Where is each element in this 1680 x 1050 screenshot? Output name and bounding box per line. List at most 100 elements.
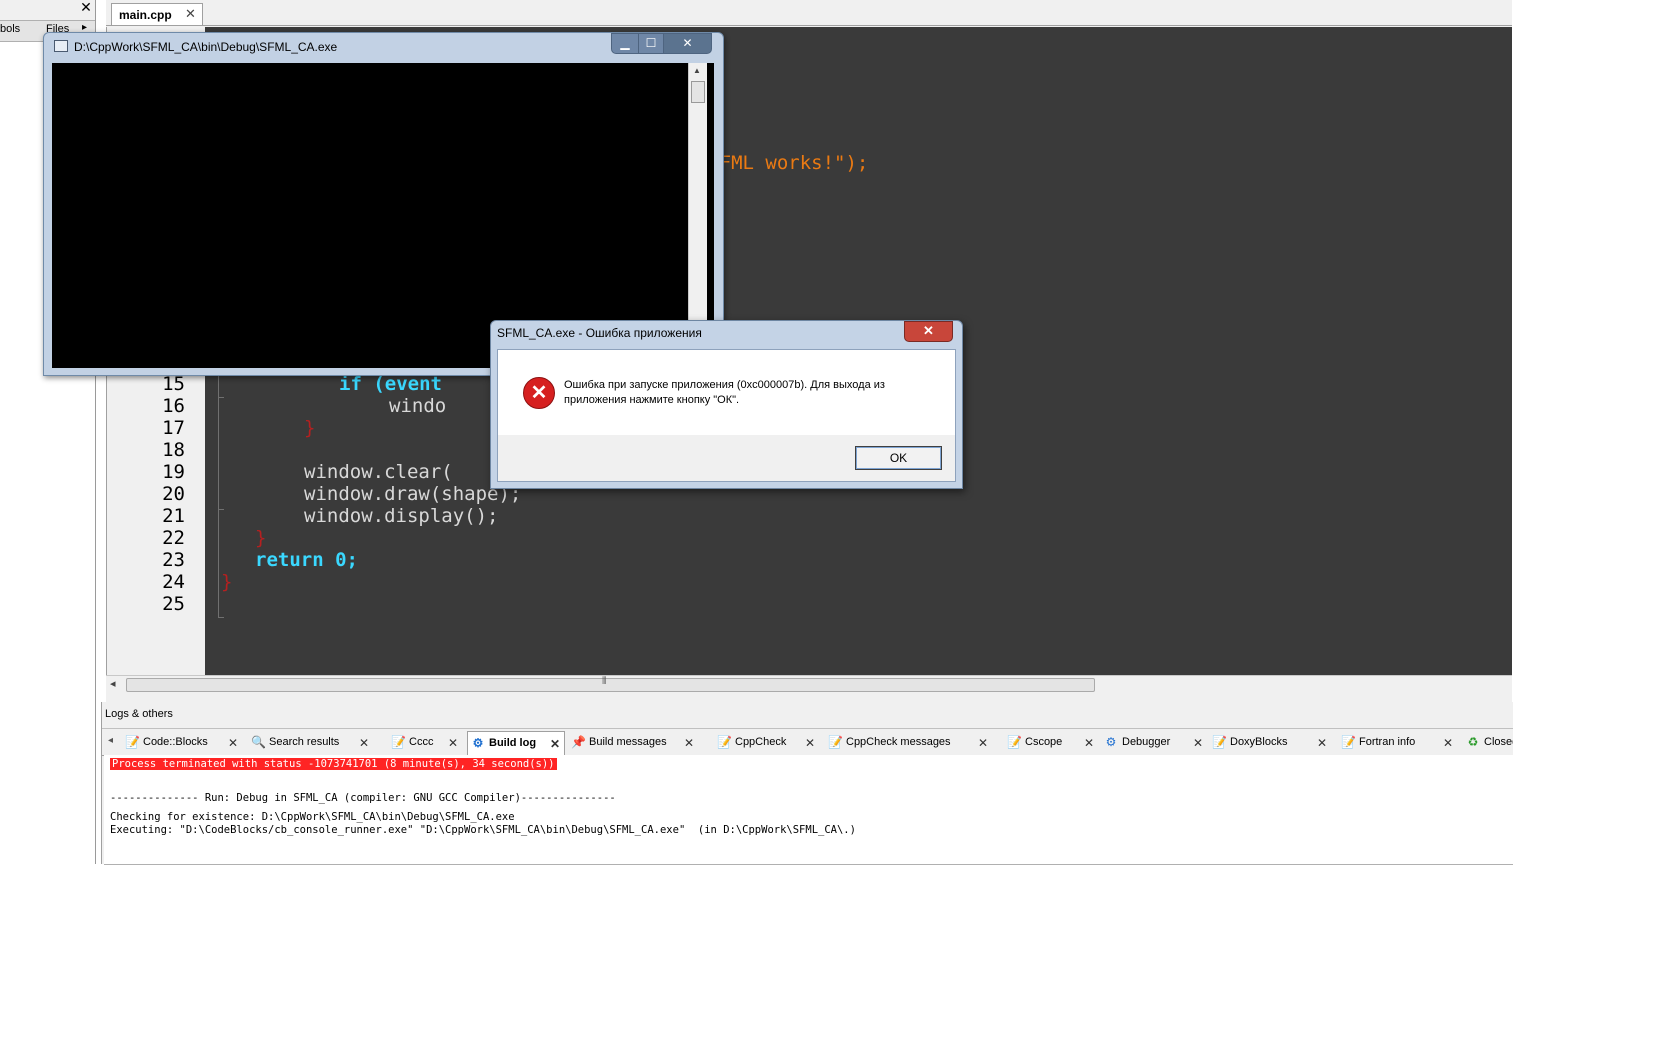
code-line-23: return 0;	[255, 549, 358, 571]
tabs-scroll-left-icon[interactable]: ◂	[108, 735, 113, 746]
close-button[interactable]: ✕	[663, 33, 712, 54]
line-number: 22	[162, 527, 185, 549]
tab-cppcheck-messages[interactable]: 📝 CppCheck messages ✕	[825, 733, 991, 753]
tab-label: Build log	[489, 737, 537, 749]
document-icon: 📝	[125, 735, 140, 749]
tab-cscope[interactable]: 📝 Cscope ✕	[1004, 733, 1094, 753]
tab-label: Code::Blocks	[143, 736, 208, 748]
console-app-icon	[54, 40, 68, 52]
tab-closed-files[interactable]: ♻ Closed files	[1463, 733, 1513, 753]
line-number: 25	[162, 593, 185, 615]
tab-main-cpp[interactable]: main.cpp ✕	[111, 3, 203, 25]
document-icon: 📝	[1212, 735, 1227, 749]
maximize-button[interactable]: ☐	[638, 33, 664, 54]
tab-close-icon[interactable]: ✕	[359, 736, 369, 750]
tab-label: Search results	[269, 736, 340, 748]
tab-label: Cccc	[409, 736, 434, 748]
tab-fortran-info[interactable]: 📝 Fortran info ✕	[1338, 733, 1456, 753]
scrollbar-thumb[interactable]	[691, 81, 705, 103]
process-status-line: Process terminated with status -10737417…	[110, 758, 557, 770]
logs-panel: Logs & others ◂ 📝 Code::Blocks ✕ 🔍 Searc…	[101, 702, 1513, 865]
build-log-output[interactable]: Process terminated with status -10737417…	[104, 755, 1513, 865]
code-line-22: }	[255, 527, 267, 549]
document-icon: 📝	[1341, 735, 1356, 749]
scroll-up-icon[interactable]: ▲	[693, 66, 701, 75]
tab-doxyblocks[interactable]: 📝 DoxyBlocks ✕	[1209, 733, 1331, 753]
horizontal-scrollbar[interactable]: ◂ ⦀	[106, 675, 1512, 693]
checking-line: Checking for existence: D:\CppWork\SFML_…	[110, 811, 515, 823]
document-icon: 📝	[1007, 735, 1022, 749]
tab-close-icon[interactable]: ✕	[1317, 736, 1327, 750]
tab-close-icon[interactable]: ✕	[684, 736, 694, 750]
dialog-content: ✕ Ошибка при запуске приложения (0xc0000…	[497, 349, 956, 482]
fold-margin-line	[218, 369, 219, 617]
scroll-left-icon[interactable]: ◂	[110, 677, 116, 690]
tab-close-icon[interactable]: ✕	[978, 736, 988, 750]
document-icon: 📝	[828, 735, 843, 749]
line-number: 21	[162, 505, 185, 527]
tab-cccc[interactable]: 📝 Cccc ✕	[388, 733, 460, 753]
code-line-15: if (event	[339, 373, 442, 395]
tab-label: main.cpp	[119, 8, 172, 22]
tab-close-icon[interactable]: ✕	[1443, 736, 1453, 750]
line-number: 24	[162, 571, 185, 593]
error-dialog[interactable]: SFML_CA.exe - Ошибка приложения ✕ ✕ Ошиб…	[490, 320, 963, 489]
tab-label: CppCheck messages	[846, 736, 951, 748]
dialog-footer: OK	[498, 435, 955, 481]
line-number: 18	[162, 439, 185, 461]
tab-label: Closed files	[1484, 736, 1513, 748]
error-icon: ✕	[523, 377, 555, 409]
console-titlebar[interactable]: D:\CppWork\SFML_CA\bin\Debug\SFML_CA.exe…	[44, 33, 723, 59]
tab-close-icon[interactable]: ✕	[185, 6, 196, 22]
tab-close-icon[interactable]: ✕	[1193, 736, 1203, 750]
gear-icon: ⚙	[1105, 735, 1117, 749]
tab-label: Fortran info	[1359, 736, 1416, 748]
tab-build-log[interactable]: ⚙ Build log ✕	[467, 731, 565, 755]
tab-label: DoxyBlocks	[1230, 736, 1288, 748]
fold-tick	[218, 509, 224, 510]
executing-line: Executing: "D:\CodeBlocks/cb_console_run…	[110, 824, 856, 836]
code-line-20: window.draw(shape);	[304, 483, 522, 505]
grip-icon: ⦀	[602, 676, 607, 687]
run-header-line: -------------- Run: Debug in SFML_CA (co…	[110, 792, 616, 804]
search-icon: 🔍	[251, 735, 266, 749]
minimize-button[interactable]: ▁	[611, 33, 639, 54]
tab-debugger[interactable]: ⚙ Debugger ✕	[1101, 733, 1205, 753]
tab-codeblocks[interactable]: 📝 Code::Blocks ✕	[122, 733, 242, 753]
pin-icon: 📌	[571, 735, 586, 749]
panel-close-icon[interactable]: ✕	[78, 0, 94, 14]
code-line-16: windo	[389, 395, 447, 417]
tab-close-icon[interactable]: ✕	[228, 736, 238, 750]
document-icon: 📝	[391, 735, 406, 749]
line-number: 15	[162, 373, 185, 395]
window-controls: ▁ ☐ ✕	[611, 33, 712, 54]
document-icon: 📝	[717, 735, 732, 749]
dialog-close-button[interactable]: ✕	[904, 321, 953, 342]
tab-close-icon[interactable]: ✕	[1084, 736, 1094, 750]
console-window-title: D:\CppWork\SFML_CA\bin\Debug\SFML_CA.exe	[74, 40, 338, 54]
tab-search-results[interactable]: 🔍 Search results ✕	[248, 733, 372, 753]
code-line-24: }	[221, 571, 233, 593]
fold-tick	[218, 397, 224, 398]
scrollbar-thumb[interactable]: ⦀	[126, 676, 1095, 692]
gear-icon: ⚙	[472, 736, 484, 750]
tab-label: Build messages	[589, 736, 667, 748]
recycle-icon: ♻	[1467, 735, 1479, 749]
editor-tabbar: main.cpp ✕	[106, 0, 1512, 26]
line-number: 23	[162, 549, 185, 571]
dialog-title: SFML_CA.exe - Ошибка приложения	[497, 326, 702, 340]
ok-button[interactable]: OK	[855, 446, 942, 470]
code-line-19: window.clear(	[304, 461, 453, 483]
tab-close-icon[interactable]: ✕	[448, 736, 458, 750]
tab-close-icon[interactable]: ✕	[550, 737, 560, 751]
logs-panel-title: Logs & others	[105, 708, 173, 720]
tab-symbols[interactable]: bols	[0, 23, 20, 35]
tab-build-messages[interactable]: 📌 Build messages ✕	[568, 733, 698, 753]
line-number: 19	[162, 461, 185, 483]
tab-cppcheck[interactable]: 📝 CppCheck ✕	[714, 733, 818, 753]
tab-close-icon[interactable]: ✕	[805, 736, 815, 750]
logs-tabbar: ◂ 📝 Code::Blocks ✕ 🔍 Search results ✕ 📝 …	[102, 728, 1513, 756]
tab-label: CppCheck	[735, 736, 787, 748]
code-line-21: window.display();	[304, 505, 499, 527]
code-line-17: }	[304, 417, 316, 439]
